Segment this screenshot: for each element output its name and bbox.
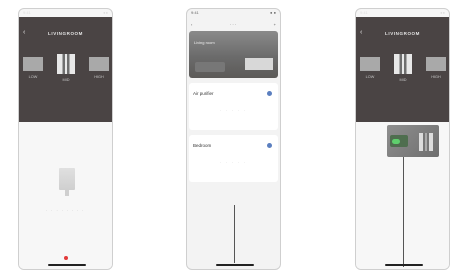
mode-high-button[interactable]: HIGH [426,57,446,79]
purifier-stand [65,190,69,196]
status-indicators: ● ● [270,10,276,15]
sofa-image [195,62,225,72]
card-title: Bedroom [193,143,212,148]
annotation-line [403,157,404,267]
mode-mid-button[interactable]: MID [394,54,412,82]
mode-label: MID [62,78,70,82]
mode-low-button[interactable]: LOW [360,57,380,79]
page-title: LIVINGROOM [385,31,420,36]
status-dot-icon [267,143,272,148]
home-indicator[interactable] [216,264,254,266]
fan-icon [23,57,43,71]
room-banner[interactable]: Living room [189,31,278,78]
fan-icon [419,133,433,151]
purifier-image [59,168,75,190]
shelf-image [245,58,273,70]
fan-icon [89,57,109,71]
device-header: ‹ LIVINGROOM LOW MID HIGH [19,17,112,122]
device-caption: · · · · · · · · [46,209,85,213]
status-bar: 9:41 ●● [19,9,112,17]
mode-high-button[interactable]: HIGH [89,57,109,79]
mode-label: LOW [28,75,38,79]
home-indicator[interactable] [48,264,86,266]
page-title: LIVINGROOM [48,31,83,36]
device-header: ‹ LIVINGROOM LOW MID HIGH [356,17,449,122]
device-panel: · · · · · · · · [19,122,112,269]
back-button[interactable]: ‹ [191,22,192,27]
device-card[interactable]: Bedroom · · · · · [189,135,278,182]
annotation-line [234,205,235,263]
status-time: 9:41 [23,10,31,15]
add-button[interactable]: + [274,22,276,27]
top-bar: ‹ · · · + [187,17,280,31]
phone-screen-control: 9:41 ●● ‹ LIVINGROOM LOW MID HIGH · · · … [18,8,113,270]
status-indicators: ●● [440,10,445,15]
fan-icon [57,54,75,74]
device-panel [356,122,449,269]
touch-indicator [64,256,68,260]
fan-mode-selector: LOW MID HIGH [356,54,449,97]
mode-label: MID [399,78,407,82]
phone-screen-control-popup: 9:41 ●● ‹ LIVINGROOM LOW MID HIGH [355,8,450,270]
status-indicators: ●● [103,10,108,15]
fan-icon [394,54,412,74]
mode-mid-button[interactable]: MID [57,54,75,82]
fan-icon [360,57,380,71]
top-title: · · · [229,21,237,27]
mode-label: HIGH [94,75,104,79]
fan-mode-selector: LOW MID HIGH [19,54,112,97]
device-card[interactable]: Air purifier · · · · · [189,83,278,130]
banner-text: Living room [194,40,215,45]
power-toggle[interactable] [392,139,400,144]
status-bar: 9:41 ● ● [187,9,280,17]
mode-label: LOW [365,75,375,79]
card-meta: · · · · · [219,109,248,113]
status-time: 9:41 [360,10,368,15]
status-time: 9:41 [191,10,199,15]
status-dot-icon [267,91,272,96]
card-title: Air purifier [193,91,214,96]
card-meta: · · · · · [219,161,248,165]
fan-icon [426,57,446,71]
status-bar: 9:41 ●● [356,9,449,17]
phone-screen-home: 9:41 ● ● ‹ · · · + Living room Air purif… [186,8,281,270]
mode-label: HIGH [431,75,441,79]
home-indicator[interactable] [385,264,423,266]
mode-low-button[interactable]: LOW [23,57,43,79]
device-popup[interactable] [387,125,439,157]
